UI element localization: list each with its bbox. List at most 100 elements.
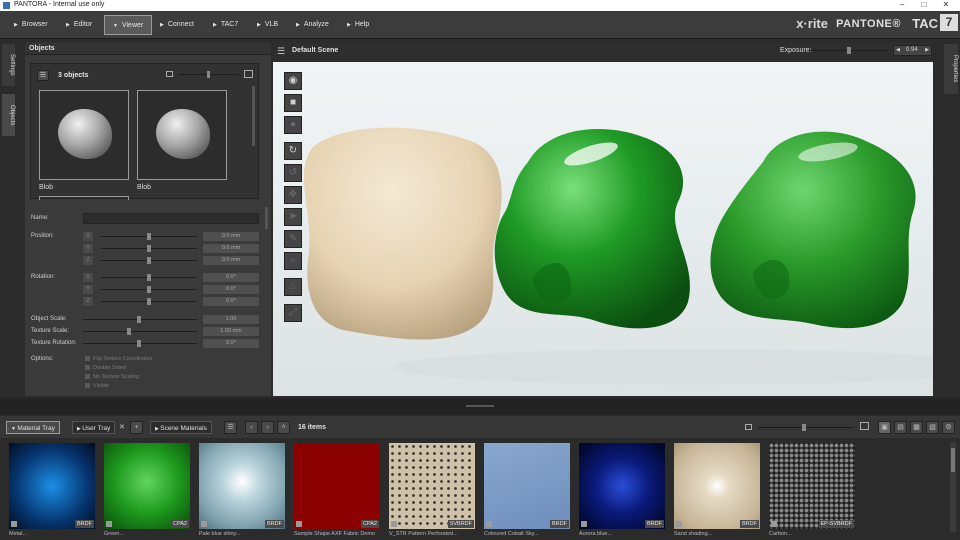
slider-knob[interactable] <box>147 245 151 252</box>
menu-vlb[interactable]: ▶ VLB <box>249 15 286 35</box>
prev-button[interactable]: ‹ <box>245 421 258 434</box>
objects-menu-button[interactable]: ☰ <box>37 70 49 81</box>
rotation-z-slider[interactable] <box>101 298 197 305</box>
exposure-spinbox[interactable]: ◀ 0.94 ▶ <box>893 45 932 56</box>
object-thumbnail-1[interactable] <box>39 90 129 180</box>
option-flip-texture[interactable]: Flip Texture Coordinates <box>85 356 153 362</box>
slider-knob[interactable] <box>847 47 851 54</box>
position-x-value[interactable]: 0.0 mm <box>203 232 259 241</box>
object-thumbnail-3[interactable] <box>39 196 129 200</box>
object-scale-slider[interactable] <box>83 316 197 323</box>
settings-button[interactable]: ⚙ <box>942 421 955 434</box>
material-swatch[interactable]: CPA2 <box>104 443 190 529</box>
material-swatch[interactable]: BRDF <box>579 443 665 529</box>
tray-scrollbar[interactable] <box>950 442 956 532</box>
tab-material-tray[interactable]: ▼ Material Tray <box>6 421 60 434</box>
checkbox[interactable] <box>85 383 90 389</box>
increment-icon[interactable]: ▶ <box>925 47 929 53</box>
settings-side-tab[interactable]: Settings <box>2 44 15 86</box>
rotation-x-slider[interactable] <box>101 274 197 281</box>
option-visible[interactable]: Visible <box>85 383 109 389</box>
thumbnail-size-slider[interactable] <box>179 71 239 78</box>
close-tab-icon[interactable]: ✕ <box>119 423 125 431</box>
pointer-icon[interactable]: ➤ <box>284 208 302 226</box>
slider-knob[interactable] <box>137 340 141 347</box>
tab-scene-materials[interactable]: ▶ Scene Materials <box>150 421 212 434</box>
sphere-icon[interactable]: ● <box>284 116 302 134</box>
move-icon[interactable]: ✥ <box>284 186 302 204</box>
small-image-icon[interactable] <box>166 71 173 77</box>
up-button[interactable]: ˄ <box>277 421 290 434</box>
slider-knob[interactable] <box>802 424 806 431</box>
3d-viewport[interactable]: ◉ ■ ● ↻ ↺ ✥ ➤ ✎ ⌕ ⌂ ⤢ <box>273 62 933 396</box>
slider-knob[interactable] <box>207 71 210 78</box>
checkbox[interactable] <box>85 365 90 371</box>
slider-knob[interactable] <box>147 257 151 264</box>
square-icon[interactable]: ■ <box>284 94 302 112</box>
checkbox[interactable] <box>85 374 90 380</box>
zoom-icon[interactable]: ⌕ <box>284 252 302 270</box>
slider-knob[interactable] <box>147 274 151 281</box>
material-swatch[interactable]: BRDF <box>199 443 285 529</box>
material-swatch[interactable]: BRDF <box>9 443 95 529</box>
material-swatch[interactable]: CPA2 <box>294 443 380 529</box>
slider-knob[interactable] <box>127 328 131 335</box>
rotation-y-value[interactable]: 0.0° <box>203 285 259 294</box>
close-button[interactable]: ✕ <box>936 0 956 9</box>
rotation-y-slider[interactable] <box>101 286 197 293</box>
splitter-grip[interactable] <box>466 405 494 407</box>
checkbox[interactable] <box>85 356 90 362</box>
texture-scale-slider[interactable] <box>83 328 197 335</box>
option-double-sided[interactable]: Double Sided <box>85 365 126 371</box>
objects-side-tab[interactable]: Objects <box>2 94 15 136</box>
tray-thumb-size-slider[interactable] <box>758 424 853 431</box>
texture-rotation-slider[interactable] <box>83 340 197 347</box>
minimize-button[interactable]: – <box>892 0 912 9</box>
option-no-texture-scaling[interactable]: No Texture Scaling <box>85 374 139 380</box>
material-swatch[interactable]: SVBRDF <box>389 443 475 529</box>
viewer-menu-icon[interactable]: ☰ <box>277 46 285 57</box>
large-image-icon[interactable] <box>244 70 253 78</box>
decrement-icon[interactable]: ◀ <box>896 47 900 53</box>
object-scale-value[interactable]: 1.00 <box>203 315 259 324</box>
panel-resize-handle[interactable] <box>265 207 268 229</box>
refresh-icon[interactable]: ↻ <box>284 142 302 160</box>
large-image-icon[interactable] <box>860 422 869 430</box>
menu-tac7[interactable]: ▶ TAC7 <box>205 15 246 35</box>
objects-scrollbar[interactable] <box>252 86 255 146</box>
pin-icon[interactable]: ✎ <box>284 230 302 248</box>
view-mode-3-button[interactable]: ▦ <box>910 421 923 434</box>
fit-icon[interactable]: ⤢ <box>284 304 302 322</box>
material-swatch[interactable]: BRDF <box>674 443 760 529</box>
position-z-slider[interactable] <box>101 257 197 264</box>
scrollbar-thumb[interactable] <box>951 448 955 472</box>
menu-analyze[interactable]: ▶ Analyze <box>288 15 337 35</box>
menu-help[interactable]: ▶ Help <box>339 15 377 35</box>
slider-knob[interactable] <box>147 298 151 305</box>
menu-editor[interactable]: ▶ Editor <box>58 15 100 35</box>
menu-viewer[interactable]: ▼ Viewer <box>104 15 153 35</box>
position-z-value[interactable]: 0.0 mm <box>203 256 259 265</box>
menu-connect[interactable]: ▶ Connect <box>152 15 202 35</box>
material-swatch[interactable]: EP-SVBRDF <box>769 443 855 529</box>
small-image-icon[interactable] <box>745 424 752 430</box>
rotation-z-value[interactable]: 0.0° <box>203 297 259 306</box>
camera-icon[interactable]: ◉ <box>284 72 302 90</box>
material-swatch[interactable]: BRDF <box>484 443 570 529</box>
next-button[interactable]: › <box>261 421 274 434</box>
tab-user-tray[interactable]: ▶ User Tray <box>72 421 116 434</box>
view-mode-2-button[interactable]: ▤ <box>894 421 907 434</box>
position-y-slider[interactable] <box>101 245 197 252</box>
view-mode-4-button[interactable]: ▧ <box>926 421 939 434</box>
texture-scale-value[interactable]: 1.00 mm <box>203 327 259 336</box>
properties-side-tab[interactable]: Properties <box>944 44 958 94</box>
position-x-slider[interactable] <box>101 233 197 240</box>
tray-menu-button[interactable]: ☰ <box>224 421 237 434</box>
exposure-slider[interactable] <box>813 47 888 54</box>
add-tray-button[interactable]: + <box>130 421 143 434</box>
maximize-button[interactable]: □ <box>914 0 934 9</box>
panel-splitter[interactable] <box>0 398 960 415</box>
home-icon[interactable]: ⌂ <box>284 278 302 296</box>
slider-knob[interactable] <box>147 286 151 293</box>
rotate-icon[interactable]: ↺ <box>284 164 302 182</box>
